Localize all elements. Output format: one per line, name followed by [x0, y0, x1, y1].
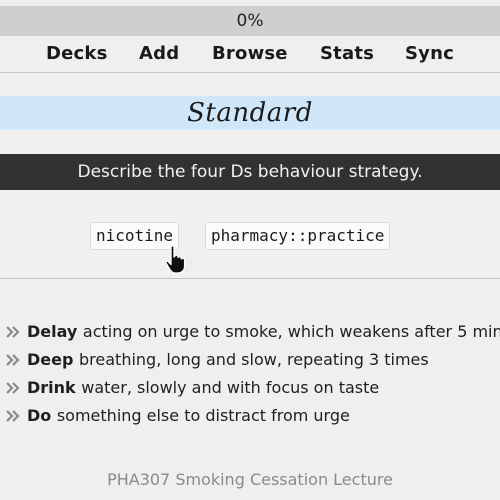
answer-text: water, slowly and with focus on taste	[81, 378, 380, 397]
nav-add[interactable]: Add	[139, 43, 179, 64]
question-bar: Describe the four Ds behaviour strategy.	[0, 154, 500, 190]
answer-item-drink: Drink water, slowly and with focus on ta…	[0, 374, 500, 402]
double-chevron-right-icon	[6, 410, 20, 422]
deck-banner: Standard	[0, 96, 500, 130]
progress-bar: 0%	[0, 6, 500, 36]
answer-text: breathing, long and slow, repeating 3 ti…	[79, 350, 429, 369]
nav-stats[interactable]: Stats	[320, 43, 374, 64]
answer-text: something else to distract from urge	[56, 406, 350, 425]
nav-browse[interactable]: Browse	[212, 43, 288, 64]
double-chevron-right-icon	[6, 326, 20, 338]
double-chevron-right-icon	[6, 382, 20, 394]
answer-keyword: Deep	[27, 350, 80, 369]
double-chevron-right-icon	[6, 354, 20, 366]
answer-item-delay: Delay acting on urge to smoke, which wea…	[0, 318, 500, 346]
answer-list: Delay acting on urge to smoke, which wea…	[0, 318, 500, 430]
progress-label: 0%	[236, 11, 264, 31]
question-text: Describe the four Ds behaviour strategy.	[77, 162, 423, 182]
tag-pharmacy-practice[interactable]: pharmacy::practice	[205, 222, 391, 250]
answer-keyword: Do	[27, 406, 57, 425]
top-nav: Decks Add Browse Stats Sync	[0, 38, 500, 73]
answer-item-deep: Deep breathing, long and slow, repeating…	[0, 346, 500, 374]
nav-sync[interactable]: Sync	[405, 43, 454, 64]
answer-keyword: Delay	[27, 322, 83, 341]
nav-decks[interactable]: Decks	[46, 43, 108, 64]
tags-area: nicotine pharmacy::practice	[0, 192, 500, 279]
answer-text: acting on urge to smoke, which weakens a…	[82, 322, 500, 341]
source-footer: PHA307 Smoking Cessation Lecture	[107, 470, 393, 489]
answer-item-do: Do something else to distract from urge	[0, 402, 500, 430]
hand-pointer-icon	[165, 245, 186, 274]
answer-keyword: Drink	[27, 378, 82, 397]
deck-name: Standard	[187, 98, 313, 128]
